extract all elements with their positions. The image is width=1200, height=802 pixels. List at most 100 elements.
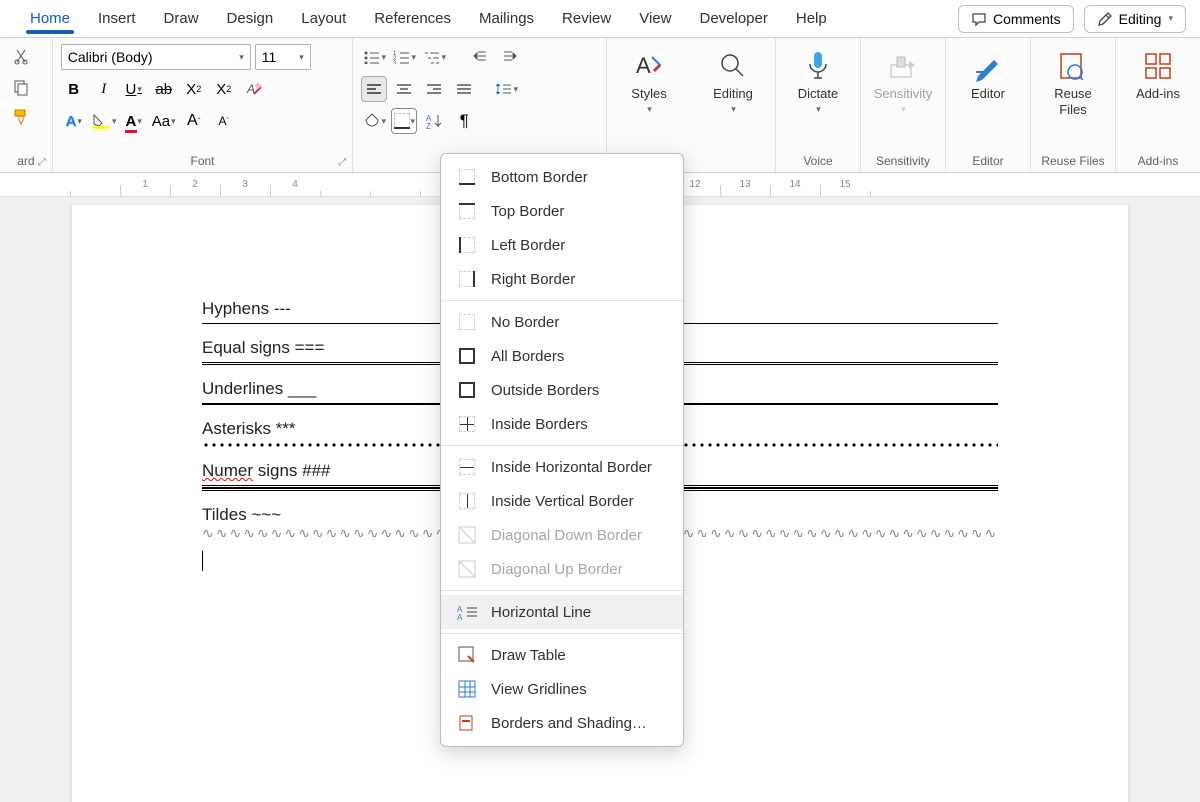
increase-indent-button[interactable] — [497, 44, 523, 70]
menu-item-borders-and-shading[interactable]: Borders and Shading… — [441, 706, 683, 740]
decrease-indent-button[interactable] — [467, 44, 493, 70]
align-center-button[interactable] — [391, 76, 417, 102]
menu-item-draw-table[interactable]: Draw Table — [441, 638, 683, 672]
sort-button[interactable]: AZ — [421, 108, 447, 134]
border-icon — [457, 645, 477, 665]
addins-icon — [1143, 48, 1173, 84]
subscript-button[interactable]: X2 — [181, 76, 207, 102]
editor-icon — [972, 48, 1004, 84]
cut-button[interactable] — [8, 44, 34, 70]
chevron-down-icon: ▾ — [1168, 13, 1173, 24]
highlight-button[interactable]: ▾ — [91, 108, 117, 134]
tab-home[interactable]: Home — [16, 0, 84, 38]
text-cursor — [202, 551, 203, 571]
menu-item-label: Left Border — [491, 237, 565, 254]
bold-button[interactable]: B — [61, 76, 87, 102]
superscript-button[interactable]: X2 — [211, 76, 237, 102]
menu-item-inside-borders[interactable]: Inside Borders — [441, 407, 683, 441]
tab-draw[interactable]: Draw — [150, 0, 213, 38]
sensitivity-icon — [887, 48, 919, 84]
tab-view[interactable]: View — [625, 0, 685, 38]
shrink-font-button[interactable]: Aˇ — [211, 108, 237, 134]
editing-mode-button[interactable]: Editing ▾ — [1084, 5, 1186, 33]
menu-item-left-border[interactable]: Left Border — [441, 228, 683, 262]
editing-button[interactable]: Editing▾ — [699, 44, 767, 115]
strikethrough-button[interactable]: ab — [151, 76, 177, 102]
editor-button[interactable]: Editor — [954, 44, 1022, 102]
border-icon — [457, 457, 477, 477]
copy-button[interactable] — [8, 74, 34, 100]
border-icon — [457, 679, 477, 699]
addins-button[interactable]: Add-ins — [1124, 44, 1192, 102]
svg-text:A: A — [246, 82, 255, 96]
font-name-select[interactable]: Calibri (Body)▾ — [61, 44, 251, 70]
underline-button[interactable]: U▾ — [121, 76, 147, 102]
border-icon — [457, 269, 477, 289]
align-right-button[interactable] — [421, 76, 447, 102]
editor-group-label: Editor — [946, 152, 1030, 172]
bullets-button[interactable]: ▾ — [361, 44, 387, 70]
tab-help[interactable]: Help — [782, 0, 841, 38]
tab-review[interactable]: Review — [548, 0, 625, 38]
tab-insert[interactable]: Insert — [84, 0, 150, 38]
reuse-files-button[interactable]: Reuse Files — [1039, 44, 1107, 117]
line-spacing-button[interactable]: ▾ — [493, 76, 519, 102]
menu-item-top-border[interactable]: Top Border — [441, 194, 683, 228]
border-icon — [457, 201, 477, 221]
menu-item-all-borders[interactable]: All Borders — [441, 339, 683, 373]
search-icon — [718, 48, 748, 84]
italic-button[interactable]: I — [91, 76, 117, 102]
border-icon — [457, 346, 477, 366]
border-icon — [457, 312, 477, 332]
menu-item-inside-vertical-border[interactable]: Inside Vertical Border — [441, 484, 683, 518]
numbering-button[interactable]: 123▾ — [391, 44, 417, 70]
menu-item-diagonal-down-border: Diagonal Down Border — [441, 518, 683, 552]
font-size-select[interactable]: 11▾ — [255, 44, 311, 70]
border-icon — [457, 235, 477, 255]
grow-font-button[interactable]: Aˆ — [181, 108, 207, 134]
tab-developer[interactable]: Developer — [685, 0, 781, 38]
tab-layout[interactable]: Layout — [287, 0, 360, 38]
borders-button[interactable]: ▾ — [391, 108, 417, 134]
format-painter-button[interactable] — [8, 104, 34, 130]
menu-item-outside-borders[interactable]: Outside Borders — [441, 373, 683, 407]
menu-item-label: Outside Borders — [491, 382, 599, 399]
menu-item-label: View Gridlines — [491, 681, 587, 698]
addins-group-label: Add-ins — [1116, 152, 1200, 172]
change-case-button[interactable]: Aa▾ — [151, 108, 177, 134]
comment-icon — [971, 11, 987, 27]
mic-icon — [804, 48, 832, 84]
menu-item-diagonal-up-border: Diagonal Up Border — [441, 552, 683, 586]
menu-item-right-border[interactable]: Right Border — [441, 262, 683, 296]
menu-item-no-border[interactable]: No Border — [441, 305, 683, 339]
menu-item-view-gridlines[interactable]: View Gridlines — [441, 672, 683, 706]
menu-item-bottom-border[interactable]: Bottom Border — [441, 160, 683, 194]
border-icon — [457, 559, 477, 579]
clipboard-group-label: ard⤢ — [0, 152, 52, 172]
text-effects-button[interactable]: A▾ — [61, 108, 87, 134]
editing-label: Editing — [1119, 11, 1162, 27]
menu-item-label: Inside Horizontal Border — [491, 459, 652, 476]
comments-button[interactable]: Comments — [958, 5, 1074, 33]
tab-mailings[interactable]: Mailings — [465, 0, 548, 38]
styles-button[interactable]: A Styles▾ — [615, 44, 683, 115]
show-marks-button[interactable]: ¶ — [451, 108, 477, 134]
clear-format-button[interactable]: A — [241, 76, 267, 102]
reuse-group-label: Reuse Files — [1031, 152, 1115, 172]
multilevel-list-button[interactable]: ▾ — [421, 44, 447, 70]
tab-design[interactable]: Design — [213, 0, 288, 38]
menu-item-label: Borders and Shading… — [491, 715, 647, 732]
font-color-button[interactable]: A▾ — [121, 108, 147, 134]
styles-icon: A — [632, 48, 666, 84]
tab-references[interactable]: References — [360, 0, 465, 38]
border-icon: AA — [457, 602, 477, 622]
voice-group-label: Voice — [776, 152, 860, 172]
border-icon — [457, 167, 477, 187]
menu-item-horizontal-line[interactable]: AAHorizontal Line — [441, 595, 683, 629]
sensitivity-button[interactable]: Sensitivity▾ — [869, 44, 937, 115]
justify-button[interactable] — [451, 76, 477, 102]
shading-button[interactable]: ▾ — [361, 108, 387, 134]
align-left-button[interactable] — [361, 76, 387, 102]
dictate-button[interactable]: Dictate▾ — [784, 44, 852, 115]
menu-item-inside-horizontal-border[interactable]: Inside Horizontal Border — [441, 450, 683, 484]
